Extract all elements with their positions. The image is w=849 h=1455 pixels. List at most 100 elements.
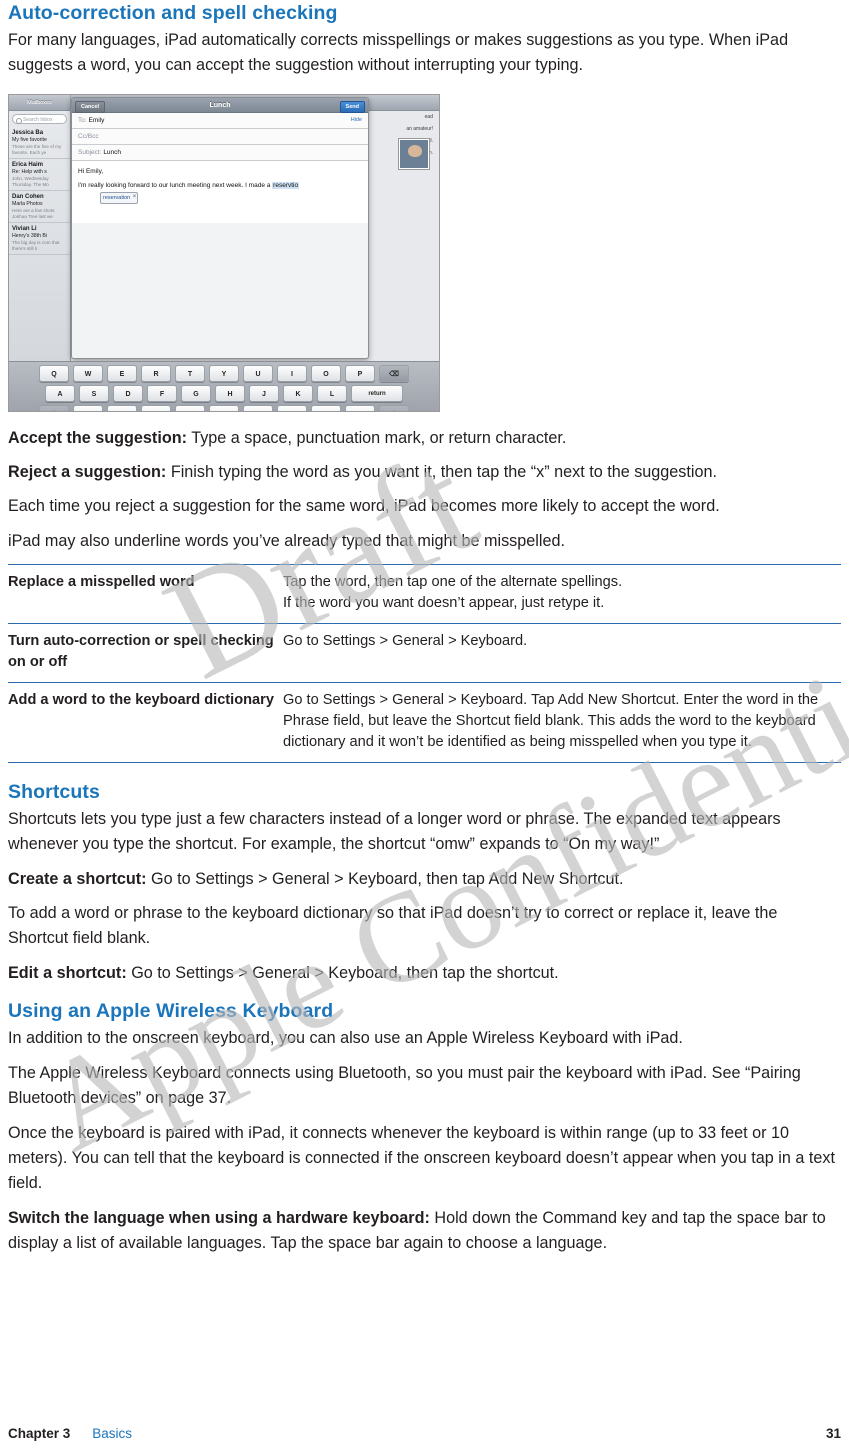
wireless-range-paragraph: Once the keyboard is paired with iPad, i… <box>8 1124 835 1192</box>
edit-shortcut-line: Edit a shortcut: Go to Settings > Genera… <box>8 961 841 986</box>
switch-language-label: Switch the language when using a hardwar… <box>8 1209 430 1227</box>
key-e[interactable]: E <box>107 365 137 382</box>
key-v[interactable]: V <box>175 405 205 411</box>
create-shortcut-text: Go to Settings > General > Keyboard, the… <box>151 870 624 888</box>
accept-suggestion-label: Accept the suggestion: <box>8 429 187 447</box>
compose-body[interactable]: Hi Emily, I'm really looking forward to … <box>72 161 368 223</box>
message-preview: John, Wednesday Thursday. The Mo <box>12 176 49 187</box>
mail-message-list: Mailboxes Search Inbox Jessica Ba My fiv… <box>9 95 71 363</box>
key-s[interactable]: S <box>79 385 109 402</box>
footer-section: Basics <box>92 1426 133 1441</box>
footer-page-number: 31 <box>825 1426 841 1441</box>
edit-shortcut-text: Go to Settings > General > Keyboard, the… <box>131 964 559 982</box>
reject-suggestion-label: Reject a suggestion: <box>8 463 167 481</box>
key-z[interactable]: Z <box>73 405 103 411</box>
subject-value: Lunch <box>103 149 122 156</box>
message-subject: My five favorite <box>12 137 47 143</box>
message-preview: The big day is com that there's still ti <box>12 240 60 251</box>
key-b[interactable]: B <box>209 405 239 411</box>
autocorrection-intro-paragraph: For many languages, iPad automatically c… <box>8 31 789 74</box>
table-cell-term: Replace a misspelled word <box>8 574 195 590</box>
autocorrect-suggestion-bubble[interactable]: reservation <box>100 192 139 204</box>
reject-suggestion-line: Reject a suggestion: Finish typing the w… <box>8 460 841 485</box>
backspace-key-icon[interactable]: ⌫ <box>379 365 409 382</box>
keyboard-row-3: ⇧ Z X C V B N M ! , ? . ⇧ <box>13 405 435 411</box>
compose-body-line-1: Hi Emily, <box>78 168 104 175</box>
avatar <box>398 138 430 170</box>
message-sender: Erica Haim <box>12 162 44 168</box>
table-row: Turn auto-correction or spell checking o… <box>8 624 841 683</box>
cancel-button[interactable]: Cancel <box>75 100 106 113</box>
key-n[interactable]: N <box>243 405 273 411</box>
shift-key-icon[interactable]: ⇧ <box>39 405 69 411</box>
document-page: Draft Apple Confidential Auto-correction… <box>0 0 849 1455</box>
underline-paragraph: iPad may also underline words you’ve alr… <box>8 532 565 550</box>
key-o[interactable]: O <box>311 365 341 382</box>
key-f[interactable]: F <box>147 385 177 402</box>
to-field[interactable]: To: Emily Hide <box>72 113 368 129</box>
message-subject: Henry's 38th Bi <box>12 233 48 239</box>
edit-shortcut-label: Edit a shortcut: <box>8 964 127 982</box>
list-item: Dan Cohen Marla Photos Here are a few sh… <box>9 191 70 223</box>
key-a[interactable]: A <box>45 385 75 402</box>
switch-language-line: Switch the language when using a hardwar… <box>8 1206 841 1256</box>
key-question-period[interactable]: ? . <box>345 405 375 411</box>
onscreen-keyboard[interactable]: Q W E R T Y U I O P ⌫ A S D F G H J K L … <box>9 361 439 411</box>
create-shortcut-line: Create a shortcut: Go to Settings > Gene… <box>8 867 841 892</box>
compose-body-line-2: I'm really looking forward to our lunch … <box>78 182 273 189</box>
compose-toolbar: Cancel Lunch Send <box>72 98 368 113</box>
send-button[interactable]: Send <box>339 100 365 113</box>
table-cell-term: Add a word to the keyboard dictionary <box>8 692 274 708</box>
message-sender: Jessica Ba <box>12 130 44 136</box>
ipad-mail-figure: Mailboxes Search Inbox Jessica Ba My fiv… <box>8 94 440 412</box>
subject-field[interactable]: Subject: Lunch <box>72 145 368 161</box>
key-l[interactable]: L <box>317 385 347 402</box>
to-label: To: <box>78 117 87 124</box>
key-i[interactable]: I <box>277 365 307 382</box>
cc-bcc-label: Cc/Bcc <box>78 133 99 140</box>
key-m[interactable]: M <box>277 405 307 411</box>
key-u[interactable]: U <box>243 365 273 382</box>
table-cell-description: Tap the word, then tap one of the altern… <box>283 574 623 611</box>
mailboxes-button: Mailboxes <box>9 95 70 111</box>
message-subject: Re: Help with s <box>12 169 47 175</box>
key-r[interactable]: R <box>141 365 171 382</box>
key-j[interactable]: J <box>249 385 279 402</box>
accept-suggestion-line: Accept the suggestion: Type a space, pun… <box>8 426 841 451</box>
compose-title: Lunch <box>209 102 231 109</box>
key-h[interactable]: H <box>215 385 245 402</box>
shift-right-key-icon[interactable]: ⇧ <box>379 405 409 411</box>
key-q[interactable]: Q <box>39 365 69 382</box>
table-row: Replace a misspelled word Tap the word, … <box>8 564 841 624</box>
shortcuts-dictionary-paragraph: To add a word or phrase to the keyboard … <box>8 904 778 947</box>
key-exclamation-comma[interactable]: ! , <box>311 405 341 411</box>
message-subject: Marla Photos <box>12 201 43 207</box>
reject-followup-paragraph: Each time you reject a suggestion for th… <box>8 497 720 515</box>
table-cell-description: Go to Settings > General > Keyboard. Tap… <box>283 692 819 750</box>
key-c[interactable]: C <box>141 405 171 411</box>
shortcuts-section: Shortcuts Shortcuts lets you type just a… <box>8 781 841 986</box>
key-t[interactable]: T <box>175 365 205 382</box>
key-g[interactable]: G <box>181 385 211 402</box>
message-sender: Dan Cohen <box>12 194 44 200</box>
table-row: Add a word to the keyboard dictionary Go… <box>8 683 841 763</box>
page-title-shortcuts: Shortcuts <box>8 781 100 803</box>
mail-search-input: Search Inbox <box>12 114 67 124</box>
page-title-autocorrection: Auto-correction and spell checking <box>8 2 338 24</box>
list-item: Jessica Ba My five favorite These are th… <box>9 127 70 159</box>
key-y[interactable]: Y <box>209 365 239 382</box>
return-key[interactable]: return <box>351 385 403 402</box>
key-x[interactable]: X <box>107 405 137 411</box>
key-p[interactable]: P <box>345 365 375 382</box>
create-shortcut-label: Create a shortcut: <box>8 870 147 888</box>
to-value: Emily <box>88 117 105 124</box>
autocorrection-reference-table: Replace a misspelled word Tap the word, … <box>8 564 841 763</box>
page-title-wireless-keyboard: Using an Apple Wireless Keyboard <box>8 1000 334 1022</box>
key-w[interactable]: W <box>73 365 103 382</box>
hide-link[interactable]: Hide <box>351 117 362 123</box>
shortcuts-intro-paragraph: Shortcuts lets you type just a few chara… <box>8 810 781 853</box>
key-k[interactable]: K <box>283 385 313 402</box>
cc-bcc-field[interactable]: Cc/Bcc <box>72 129 368 145</box>
footer-chapter: Chapter 3 <box>8 1426 71 1441</box>
key-d[interactable]: D <box>113 385 143 402</box>
